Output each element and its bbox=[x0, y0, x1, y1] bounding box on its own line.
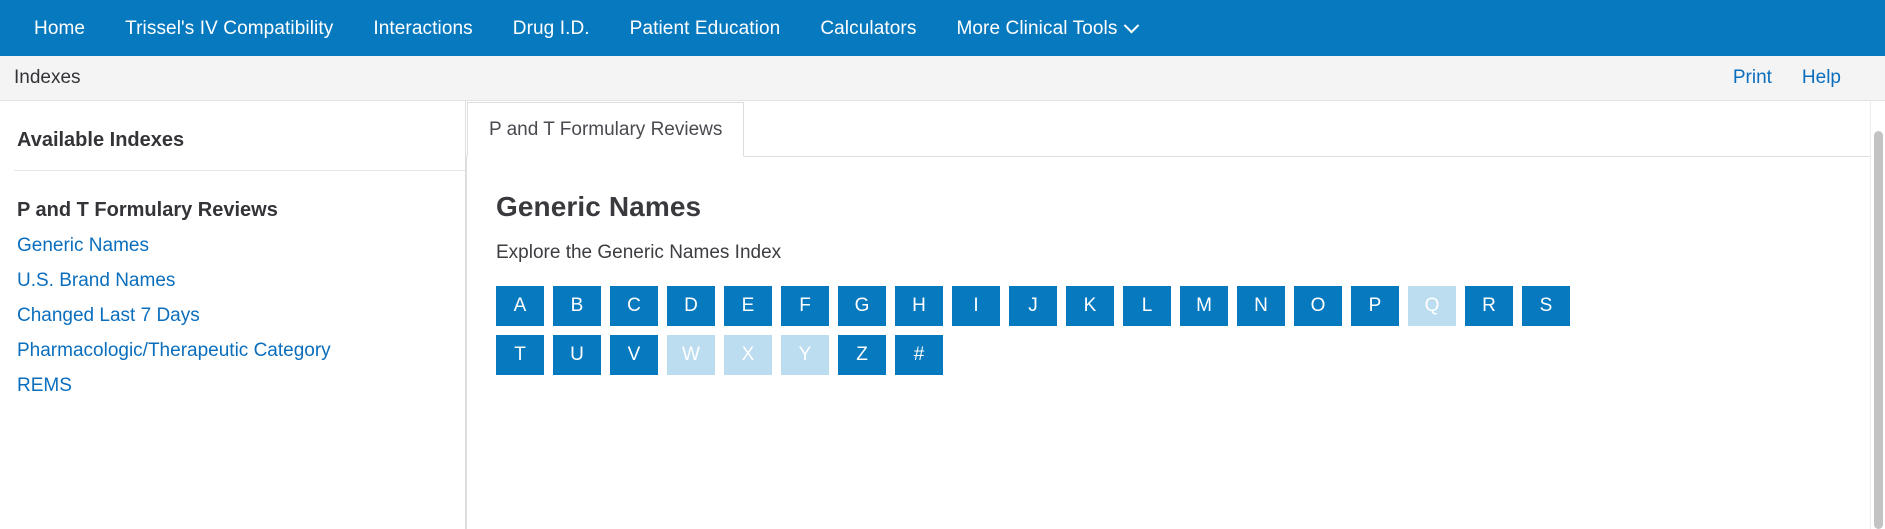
content-area: Available Indexes P and T Formulary Revi… bbox=[0, 101, 1885, 529]
alphabet-tile-z[interactable]: Z bbox=[838, 335, 886, 375]
nav-item-label: Calculators bbox=[820, 19, 916, 38]
sidebar: Available Indexes P and T Formulary Revi… bbox=[0, 101, 466, 529]
alphabet-tile-y: Y bbox=[781, 335, 829, 375]
main-panel: P and T Formulary Reviews Generic Names … bbox=[466, 101, 1885, 529]
alphabet-tile-number[interactable]: # bbox=[895, 335, 943, 375]
alphabet-tile-j[interactable]: J bbox=[1009, 286, 1057, 326]
nav-item-label: Interactions bbox=[373, 19, 472, 38]
primary-navigation-bar: Home Trissel's IV Compatibility Interactio… bbox=[0, 0, 1885, 56]
alphabet-index-grid: ABCDEFGHIJKLMNOPQRS TUVWXYZ# bbox=[496, 264, 1604, 375]
nav-item-patient-education[interactable]: Patient Education bbox=[610, 19, 801, 38]
index-panel: Generic Names Explore the Generic Names … bbox=[466, 157, 1885, 529]
alphabet-tile-e[interactable]: E bbox=[724, 286, 772, 326]
alphabet-tile-i[interactable]: I bbox=[952, 286, 1000, 326]
alphabet-tile-u[interactable]: U bbox=[553, 335, 601, 375]
sidebar-link-generic-names[interactable]: Generic Names bbox=[14, 222, 465, 257]
panel-subtitle: Explore the Generic Names Index bbox=[496, 223, 1885, 264]
scrollbar-thumb[interactable] bbox=[1874, 131, 1883, 529]
alphabet-tile-o[interactable]: O bbox=[1294, 286, 1342, 326]
alphabet-tile-b[interactable]: B bbox=[553, 286, 601, 326]
alphabet-tile-n[interactable]: N bbox=[1237, 286, 1285, 326]
toolbar-actions: Print Help bbox=[1733, 67, 1865, 89]
sidebar-link-changed-last-7-days[interactable]: Changed Last 7 Days bbox=[14, 292, 465, 327]
nav-item-label: Trissel's IV Compatibility bbox=[125, 19, 333, 38]
alphabet-tile-c[interactable]: C bbox=[610, 286, 658, 326]
alphabet-tile-h[interactable]: H bbox=[895, 286, 943, 326]
alphabet-tile-f[interactable]: F bbox=[781, 286, 829, 326]
alphabet-tile-s[interactable]: S bbox=[1522, 286, 1570, 326]
alphabet-tile-w: W bbox=[667, 335, 715, 375]
vertical-scrollbar[interactable] bbox=[1870, 101, 1885, 529]
alphabet-tile-r[interactable]: R bbox=[1465, 286, 1513, 326]
alphabet-tile-p[interactable]: P bbox=[1351, 286, 1399, 326]
nav-item-more-clinical-tools[interactable]: More Clinical Tools bbox=[936, 19, 1157, 38]
nav-item-trissel-s-iv-compatibility[interactable]: Trissel's IV Compatibility bbox=[105, 19, 353, 38]
alphabet-tile-v[interactable]: V bbox=[610, 335, 658, 375]
panel-title: Generic Names bbox=[496, 191, 1885, 223]
nav-item-label: Drug I.D. bbox=[513, 19, 590, 38]
alphabet-tile-t[interactable]: T bbox=[496, 335, 544, 375]
tab-strip: P and T Formulary Reviews bbox=[466, 101, 1885, 157]
page-title: Indexes bbox=[14, 67, 81, 89]
sidebar-link-u-s-brand-names[interactable]: U.S. Brand Names bbox=[14, 257, 465, 292]
alphabet-tile-a[interactable]: A bbox=[496, 286, 544, 326]
help-link[interactable]: Help bbox=[1802, 67, 1841, 89]
nav-item-drug-i-d[interactable]: Drug I.D. bbox=[493, 19, 610, 38]
sidebar-link-rems[interactable]: REMS bbox=[14, 362, 465, 397]
sidebar-group-title: P and T Formulary Reviews bbox=[14, 171, 465, 222]
alphabet-tile-d[interactable]: D bbox=[667, 286, 715, 326]
alphabet-tile-g[interactable]: G bbox=[838, 286, 886, 326]
nav-item-label: More Clinical Tools bbox=[956, 19, 1117, 38]
nav-item-calculators[interactable]: Calculators bbox=[800, 19, 936, 38]
alphabet-tile-x: X bbox=[724, 335, 772, 375]
nav-item-home[interactable]: Home bbox=[14, 19, 105, 38]
alphabet-tile-m[interactable]: M bbox=[1180, 286, 1228, 326]
nav-item-label: Home bbox=[34, 19, 85, 38]
alphabet-tile-q: Q bbox=[1408, 286, 1456, 326]
print-link[interactable]: Print bbox=[1733, 67, 1772, 89]
sidebar-link-pharmacologic-therapeutic-category[interactable]: Pharmacologic/Therapeutic Category bbox=[14, 327, 465, 362]
alphabet-tile-l[interactable]: L bbox=[1123, 286, 1171, 326]
alphabet-tile-k[interactable]: K bbox=[1066, 286, 1114, 326]
tab-p-and-t-formulary-reviews[interactable]: P and T Formulary Reviews bbox=[467, 102, 744, 157]
sidebar-heading: Available Indexes bbox=[14, 101, 465, 171]
chevron-down-icon bbox=[1124, 17, 1140, 33]
nav-item-label: Patient Education bbox=[630, 19, 781, 38]
secondary-toolbar: Indexes Print Help bbox=[0, 56, 1885, 101]
sidebar-link-list: Generic NamesU.S. Brand NamesChanged Las… bbox=[14, 222, 465, 397]
nav-item-interactions[interactable]: Interactions bbox=[353, 19, 492, 38]
